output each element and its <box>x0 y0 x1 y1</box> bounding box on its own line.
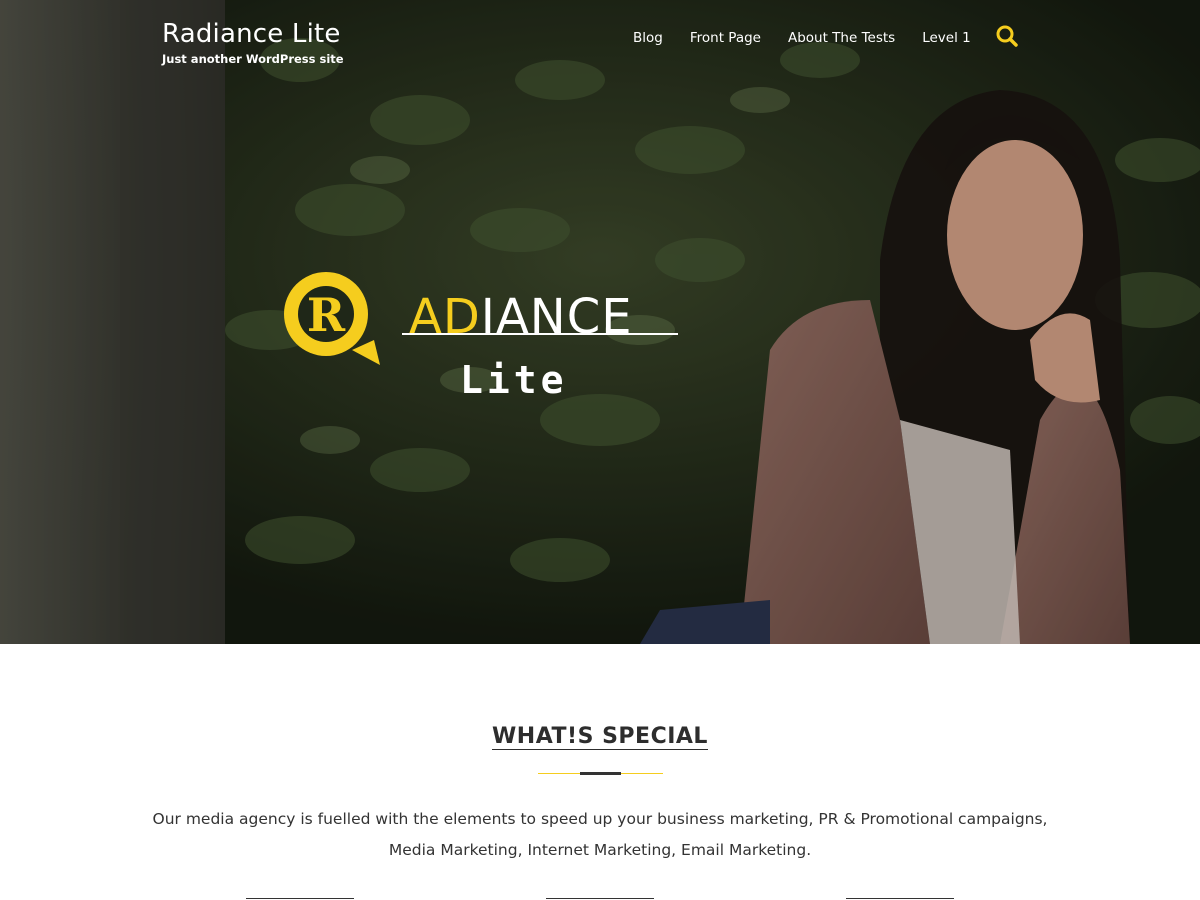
logo-text-rest: IANCE <box>481 289 633 345</box>
logo-text-accent: AD <box>409 289 481 345</box>
main-navigation: Blog Front Page About The Tests Level 1 <box>633 29 998 47</box>
logo-letter: R <box>307 288 346 342</box>
search-button[interactable] <box>995 24 1019 48</box>
feature-divider-2 <box>546 898 654 899</box>
nav-item-blog[interactable]: Blog <box>633 29 663 47</box>
search-icon <box>996 25 1018 47</box>
site-title[interactable]: Radiance Lite <box>162 18 344 50</box>
hero-banner: Radiance Lite Just another WordPress sit… <box>0 0 1200 644</box>
feature-divider-1 <box>246 898 354 899</box>
section-description: Our media agency is fuelled with the ele… <box>152 810 1048 859</box>
divider-center-bar <box>580 772 621 775</box>
section-title-text: WHAT!S SPECIAL <box>492 724 708 750</box>
section-title: WHAT!S SPECIAL <box>0 724 1200 750</box>
whats-special-section: WHAT!S SPECIAL Our media agency is fuell… <box>0 644 1200 900</box>
feature-divider-3 <box>846 898 954 899</box>
svg-text:ADIANCE: ADIANCE <box>409 289 633 345</box>
nav-item-level-1[interactable]: Level 1 <box>922 29 971 47</box>
logo-subtitle: Lite <box>460 358 568 402</box>
nav-item-about-the-tests[interactable]: About The Tests <box>788 29 895 47</box>
site-description: Just another WordPress site <box>162 52 344 66</box>
nav-item-front-page[interactable]: Front Page <box>690 29 761 47</box>
title-divider <box>538 772 663 775</box>
site-header: Radiance Lite Just another WordPress sit… <box>0 0 1200 80</box>
site-branding: Radiance Lite Just another WordPress sit… <box>162 18 344 66</box>
